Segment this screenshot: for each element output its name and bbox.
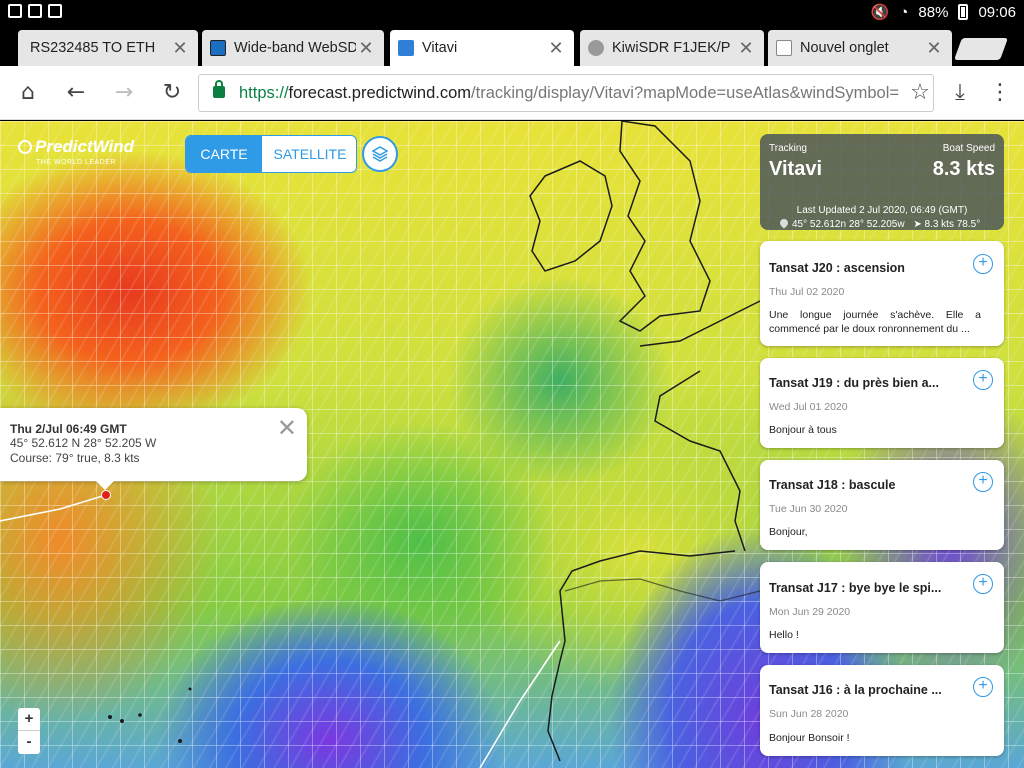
url-path: /tracking/display/Vitavi?mapMode=useAtla… — [471, 84, 900, 102]
post-title: Tansat J19 : du près bien a... — [769, 376, 939, 390]
forward-button[interactable]: → — [110, 79, 138, 107]
heading-arrow-icon: ➤ — [913, 219, 922, 230]
kiwisdr-favicon-icon — [588, 40, 604, 56]
post-title: Tansat J16 : à la prochaine ... — [769, 683, 942, 697]
tab-bar: RS232485 TO ETH ✕ Wide-band WebSDR ✕ Vit… — [0, 24, 1024, 66]
url-host: forecast.predictwind.com — [288, 84, 472, 102]
status-bar: 🔇 ◔ 88% 09:06 — [0, 0, 1024, 24]
logo-mark-icon — [18, 140, 32, 154]
tab-title: Vitavi — [422, 40, 458, 56]
close-tab-icon[interactable]: ✕ — [546, 38, 566, 59]
boat-speed-label: Boat Speed — [942, 143, 995, 154]
image-notification-icon — [28, 4, 42, 18]
tab-kiwisdr[interactable]: KiwiSDR F1JEK/P ✕ — [580, 30, 764, 66]
zoom-out-button[interactable]: - — [18, 731, 40, 754]
address-bar: ⌂ ← → ↻ https://forecast.predictwind.com… — [0, 66, 1024, 120]
blog-post-card[interactable]: Tansat J20 : ascension Thu Jul 02 2020 U… — [760, 241, 1004, 346]
position-row: 45° 52.612n 28° 52.205w ➤ 8.3 kts 78.5° — [778, 217, 981, 230]
tracking-label: Tracking — [769, 143, 807, 154]
tracking-panel: Tracking Boat Speed Vitavi 8.3 kts Last … — [760, 134, 1004, 230]
popup-coords: 45° 52.612 N 28° 52.205 W — [10, 436, 157, 450]
notification-icons — [8, 4, 62, 18]
wifi-icon: ◔ — [899, 3, 909, 21]
home-button[interactable]: ⌂ — [14, 79, 42, 107]
logo-text: PredictWind — [35, 137, 135, 156]
expand-post-icon[interactable]: + — [973, 574, 993, 594]
tab-title: KiwiSDR F1JEK/P — [612, 40, 731, 56]
notification-icon — [8, 4, 22, 18]
app-notification-icon — [48, 4, 62, 18]
reload-button[interactable]: ↻ — [158, 79, 186, 107]
close-tab-icon[interactable]: ✕ — [736, 38, 756, 59]
position-popup: Thu 2/Jul 06:49 GMT 45° 52.612 N 28° 52.… — [0, 408, 307, 490]
expand-post-icon[interactable]: + — [973, 677, 993, 697]
websdr-favicon-icon — [210, 40, 226, 56]
map-mode-carte-button[interactable]: CARTE — [186, 136, 262, 172]
blog-post-card[interactable]: Transat J18 : bascule Tue Jun 30 2020 Bo… — [760, 460, 1004, 550]
popup-course: Course: 79° true, 8.3 kts — [10, 451, 140, 465]
map-mode-toggle: CARTE SATELLITE — [185, 135, 357, 173]
post-date: Sun Jun 28 2020 — [769, 708, 849, 720]
layers-icon — [371, 146, 389, 162]
back-button[interactable]: ← — [62, 79, 90, 107]
page-icon — [776, 40, 792, 56]
post-date: Mon Jun 29 2020 — [769, 606, 851, 618]
post-title: Tansat J20 : ascension — [769, 261, 905, 275]
expand-post-icon[interactable]: + — [973, 370, 993, 390]
map-mode-satellite-button[interactable]: SATELLITE — [262, 136, 356, 172]
logo-tagline: THE WORLD LEADER — [36, 159, 116, 166]
boat-position-marker[interactable] — [101, 490, 111, 500]
download-icon[interactable]: ⤓ — [946, 79, 974, 107]
tab-title: Nouvel onglet — [800, 40, 889, 56]
close-tab-icon[interactable]: ✕ — [924, 38, 944, 59]
location-pin-icon — [778, 217, 790, 229]
popup-time: Thu 2/Jul 06:49 GMT — [10, 422, 127, 436]
post-excerpt: Une longue journée s'achève. Elle a comm… — [769, 309, 981, 335]
blog-post-card[interactable]: Tansat J16 : à la prochaine ... Sun Jun … — [760, 665, 1004, 756]
tab-vitavi[interactable]: Vitavi ✕ — [390, 30, 574, 66]
layers-button[interactable] — [362, 136, 398, 172]
close-popup-icon[interactable]: ✕ — [277, 414, 297, 443]
blog-post-card[interactable]: Transat J17 : bye bye le spi... Mon Jun … — [760, 562, 1004, 653]
post-date: Wed Jul 01 2020 — [769, 401, 848, 413]
post-excerpt: Hello ! — [769, 629, 799, 641]
tab-title: Wide-band WebSDR — [234, 40, 356, 56]
post-title: Transat J18 : bascule — [769, 478, 896, 492]
expand-post-icon[interactable]: + — [973, 254, 993, 274]
tab-websdr[interactable]: Wide-band WebSDR ✕ — [202, 30, 384, 66]
boat-speed: 8.3 kts — [932, 158, 995, 180]
close-tab-icon[interactable]: ✕ — [356, 38, 376, 59]
blog-post-card[interactable]: Tansat J19 : du près bien a... Wed Jul 0… — [760, 358, 1004, 448]
post-title: Transat J17 : bye bye le spi... — [769, 581, 942, 595]
lock-icon — [213, 80, 225, 98]
post-date: Thu Jul 02 2020 — [769, 286, 845, 298]
battery-icon — [958, 4, 969, 20]
url-field[interactable]: https://forecast.predictwind.com/trackin… — [198, 74, 934, 112]
close-tab-icon[interactable]: ✕ — [170, 38, 190, 59]
tab-rs232485[interactable]: RS232485 TO ETH ✕ — [18, 30, 198, 66]
url-scheme: https:// — [239, 84, 289, 102]
menu-icon[interactable]: ⋮ — [986, 79, 1014, 107]
battery-percent: 88% — [918, 3, 949, 21]
last-updated: Last Updated 2 Jul 2020, 06:49 (GMT) — [796, 205, 968, 216]
clock: 09:06 — [978, 3, 1016, 21]
speed-course-text: 8.3 kts 78.5° — [924, 219, 981, 230]
post-excerpt: Bonjour, — [769, 526, 808, 538]
tab-new[interactable]: Nouvel onglet ✕ — [768, 30, 952, 66]
tab-title: RS232485 TO ETH — [30, 40, 156, 56]
predictwind-favicon-icon — [398, 40, 414, 56]
post-date: Tue Jun 30 2020 — [769, 503, 848, 515]
zoom-control: + - — [18, 708, 40, 754]
new-tab-button[interactable] — [953, 38, 1009, 60]
mute-icon: 🔇 — [870, 4, 890, 21]
boat-name: Vitavi — [769, 158, 822, 180]
bookmark-star-icon[interactable]: ☆ — [906, 79, 934, 107]
wind-map[interactable]: PredictWind THE WORLD LEADER CARTE SATEL… — [0, 121, 1024, 768]
post-excerpt: Bonjour à tous — [769, 424, 837, 436]
predictwind-logo[interactable]: PredictWind THE WORLD LEADER — [18, 137, 135, 171]
post-excerpt: Bonjour Bonsoir ! — [769, 732, 850, 744]
position-text: 45° 52.612n 28° 52.205w — [792, 219, 905, 230]
expand-post-icon[interactable]: + — [973, 472, 993, 492]
zoom-in-button[interactable]: + — [18, 708, 40, 731]
